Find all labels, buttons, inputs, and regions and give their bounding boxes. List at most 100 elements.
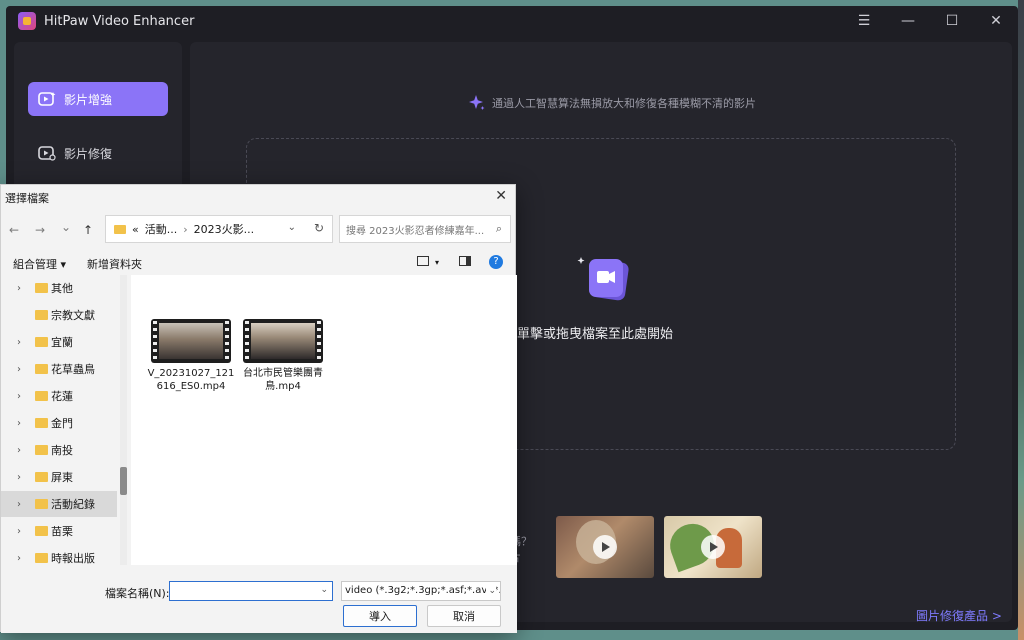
expand-arrow-icon[interactable]: ›: [17, 337, 21, 348]
tree-folder-label: 宗教文獻: [51, 309, 95, 322]
scrollbar-thumb[interactable]: [120, 467, 127, 495]
tree-folder-religious[interactable]: 宗教文獻: [1, 302, 117, 328]
help-icon[interactable]: ?: [489, 255, 503, 269]
expand-arrow-icon[interactable]: ›: [17, 553, 21, 564]
folder-icon: [35, 337, 48, 347]
folder-icon: [35, 283, 48, 293]
import-button[interactable]: 導入: [343, 605, 417, 627]
dialog-close-button[interactable]: ✕: [495, 188, 507, 204]
title-bar: HitPaw Video Enhancer ☰ — ☐ ✕: [6, 6, 1018, 36]
back-button[interactable]: ←: [9, 223, 19, 237]
tree-folder-label: 宜蘭: [51, 336, 73, 349]
breadcrumb-separator: ›: [183, 222, 188, 236]
folder-icon: [35, 553, 48, 563]
folder-tree: › 其他 宗教文獻 › 宜蘭 › 花草蟲鳥 › 花蓮 › 金門 › 南投 › 屏…: [1, 275, 131, 565]
play-icon: [701, 535, 725, 559]
expand-arrow-icon[interactable]: ›: [17, 445, 21, 456]
tree-folder-yilan[interactable]: › 宜蘭: [1, 329, 117, 355]
folder-icon: [35, 310, 48, 320]
expand-arrow-icon[interactable]: ›: [17, 472, 21, 483]
expand-arrow-icon[interactable]: ›: [17, 364, 21, 375]
sidebar-item-label: 影片增強: [64, 92, 113, 107]
folder-icon: [35, 445, 48, 455]
tree-folder-activity-records[interactable]: › 活動紀錄: [1, 491, 117, 517]
video-file-icon: [243, 319, 323, 363]
tree-folder-hualien[interactable]: › 花蓮: [1, 383, 117, 409]
address-bar[interactable]: « 活動... › 2023火影... ⌄ ↻: [105, 215, 333, 243]
expand-arrow-icon[interactable]: ›: [17, 283, 21, 294]
file-type-select[interactable]: video (*.3g2;*.3gp;*.asf;*.avi;*.c ⌄: [341, 581, 501, 601]
preview-pane-icon[interactable]: [459, 256, 471, 266]
chevron-down-icon[interactable]: ⌄: [320, 585, 328, 595]
cancel-button[interactable]: 取消: [427, 605, 501, 627]
tree-folder-label: 時報出版: [51, 552, 95, 565]
sample-video-thumbnail[interactable]: [664, 516, 762, 578]
refresh-icon[interactable]: ↻: [314, 221, 324, 235]
organize-button[interactable]: 組合管理 ▾: [13, 256, 66, 272]
image-repair-link[interactable]: 圖片修復產品 >: [916, 607, 1002, 624]
tree-folder-plants[interactable]: › 花草蟲鳥: [1, 356, 117, 382]
tree-folder-label: 金門: [51, 417, 73, 430]
expand-arrow-icon[interactable]: ›: [17, 418, 21, 429]
search-placeholder: 搜尋 2023火影忍者修練嘉年...: [346, 225, 485, 237]
tree-folder-nantou[interactable]: › 南投: [1, 437, 117, 463]
close-button[interactable]: ✕: [974, 6, 1018, 36]
tree-folder-label: 活動紀錄: [51, 498, 95, 511]
folder-icon: [114, 224, 126, 234]
expand-arrow-icon[interactable]: ›: [17, 499, 21, 510]
tree-folder-times-publishing[interactable]: › 時報出版: [1, 545, 117, 565]
expand-arrow-icon[interactable]: ›: [17, 526, 21, 537]
tree-folder-label: 屏東: [51, 471, 73, 484]
tree-folder-miaoli[interactable]: › 苗栗: [1, 518, 117, 544]
up-button[interactable]: ↑: [83, 223, 93, 237]
maximize-button[interactable]: ☐: [930, 6, 974, 36]
video-file-icon: [151, 319, 231, 363]
drop-zone-text: 單擊或拖曳檔案至此處開始: [517, 327, 674, 342]
tree-scrollbar[interactable]: [120, 275, 127, 565]
file-item[interactable]: 台北市民管樂團青鳥.mp4: [238, 319, 328, 393]
app-logo-icon: [18, 12, 36, 30]
tree-folder-label: 苗栗: [51, 525, 73, 538]
tree-folder-kinmen[interactable]: › 金門: [1, 410, 117, 436]
sidebar-item-video-enhance[interactable]: 影片增強: [28, 82, 168, 116]
expand-arrow-icon[interactable]: ›: [17, 391, 21, 402]
file-name: 台北市民管樂團青鳥.mp4: [243, 368, 323, 392]
feature-hint: 通過人工智慧算法無損放大和修復各種模糊不清的影片: [468, 94, 756, 112]
file-item[interactable]: V_20231027_121616_ES0.mp4: [146, 319, 236, 393]
sidebar-item-label: 影片修復: [64, 146, 113, 161]
chevron-down-icon[interactable]: ⌄: [288, 222, 296, 233]
folder-icon: [35, 472, 48, 482]
app-title: HitPaw Video Enhancer: [44, 13, 195, 29]
tree-folder-label: 花蓮: [51, 390, 73, 403]
search-input[interactable]: 搜尋 2023火影忍者修練嘉年... ⌕: [339, 215, 511, 243]
tree-folder-other[interactable]: › 其他: [1, 275, 117, 301]
sidebar-item-video-repair[interactable]: 影片修復: [28, 136, 168, 170]
tree-folder-pingtung[interactable]: › 屏東: [1, 464, 117, 490]
filename-input[interactable]: ⌄: [169, 581, 333, 601]
hint-text: 通過人工智慧算法無損放大和修復各種模糊不清的影片: [492, 97, 756, 110]
menu-icon[interactable]: ☰: [842, 6, 886, 36]
sparkle-icon: [469, 95, 485, 110]
minimize-button[interactable]: —: [886, 6, 930, 36]
breadcrumb-segment[interactable]: 2023火影...: [194, 221, 254, 237]
file-type-value: video (*.3g2;*.3gp;*.asf;*.avi;*.c: [345, 585, 501, 596]
tree-folder-label: 其他: [51, 282, 73, 295]
play-icon: [593, 535, 617, 559]
open-file-dialog: 選擇檔案 ✕ ← → ⌄ ↑ « 活動... › 2023火影... ⌄ ↻ 搜…: [0, 184, 517, 633]
dialog-navigation: ← → ⌄ ↑ « 活動... › 2023火影... ⌄ ↻ 搜尋 2023火…: [1, 215, 517, 247]
chevron-down-icon[interactable]: ▾: [435, 258, 439, 267]
folder-icon: [35, 391, 48, 401]
chevron-down-icon[interactable]: ⌄: [486, 582, 496, 600]
search-icon: ⌕: [495, 222, 502, 235]
breadcrumb-segment[interactable]: 活動...: [145, 221, 178, 237]
window-controls: ☰ — ☐ ✕: [842, 6, 1018, 36]
filename-label: 檔案名稱(N):: [105, 587, 170, 600]
recent-locations-button[interactable]: ⌄: [61, 220, 71, 234]
forward-button[interactable]: →: [35, 223, 45, 237]
breadcrumb-ellipsis[interactable]: «: [132, 223, 139, 236]
new-folder-button[interactable]: 新增資料夾: [87, 256, 142, 272]
sample-video-thumbnail[interactable]: [556, 516, 654, 578]
view-options-icon[interactable]: [417, 256, 429, 266]
folder-icon: [35, 499, 48, 509]
tree-folder-label: 花草蟲鳥: [51, 363, 95, 376]
